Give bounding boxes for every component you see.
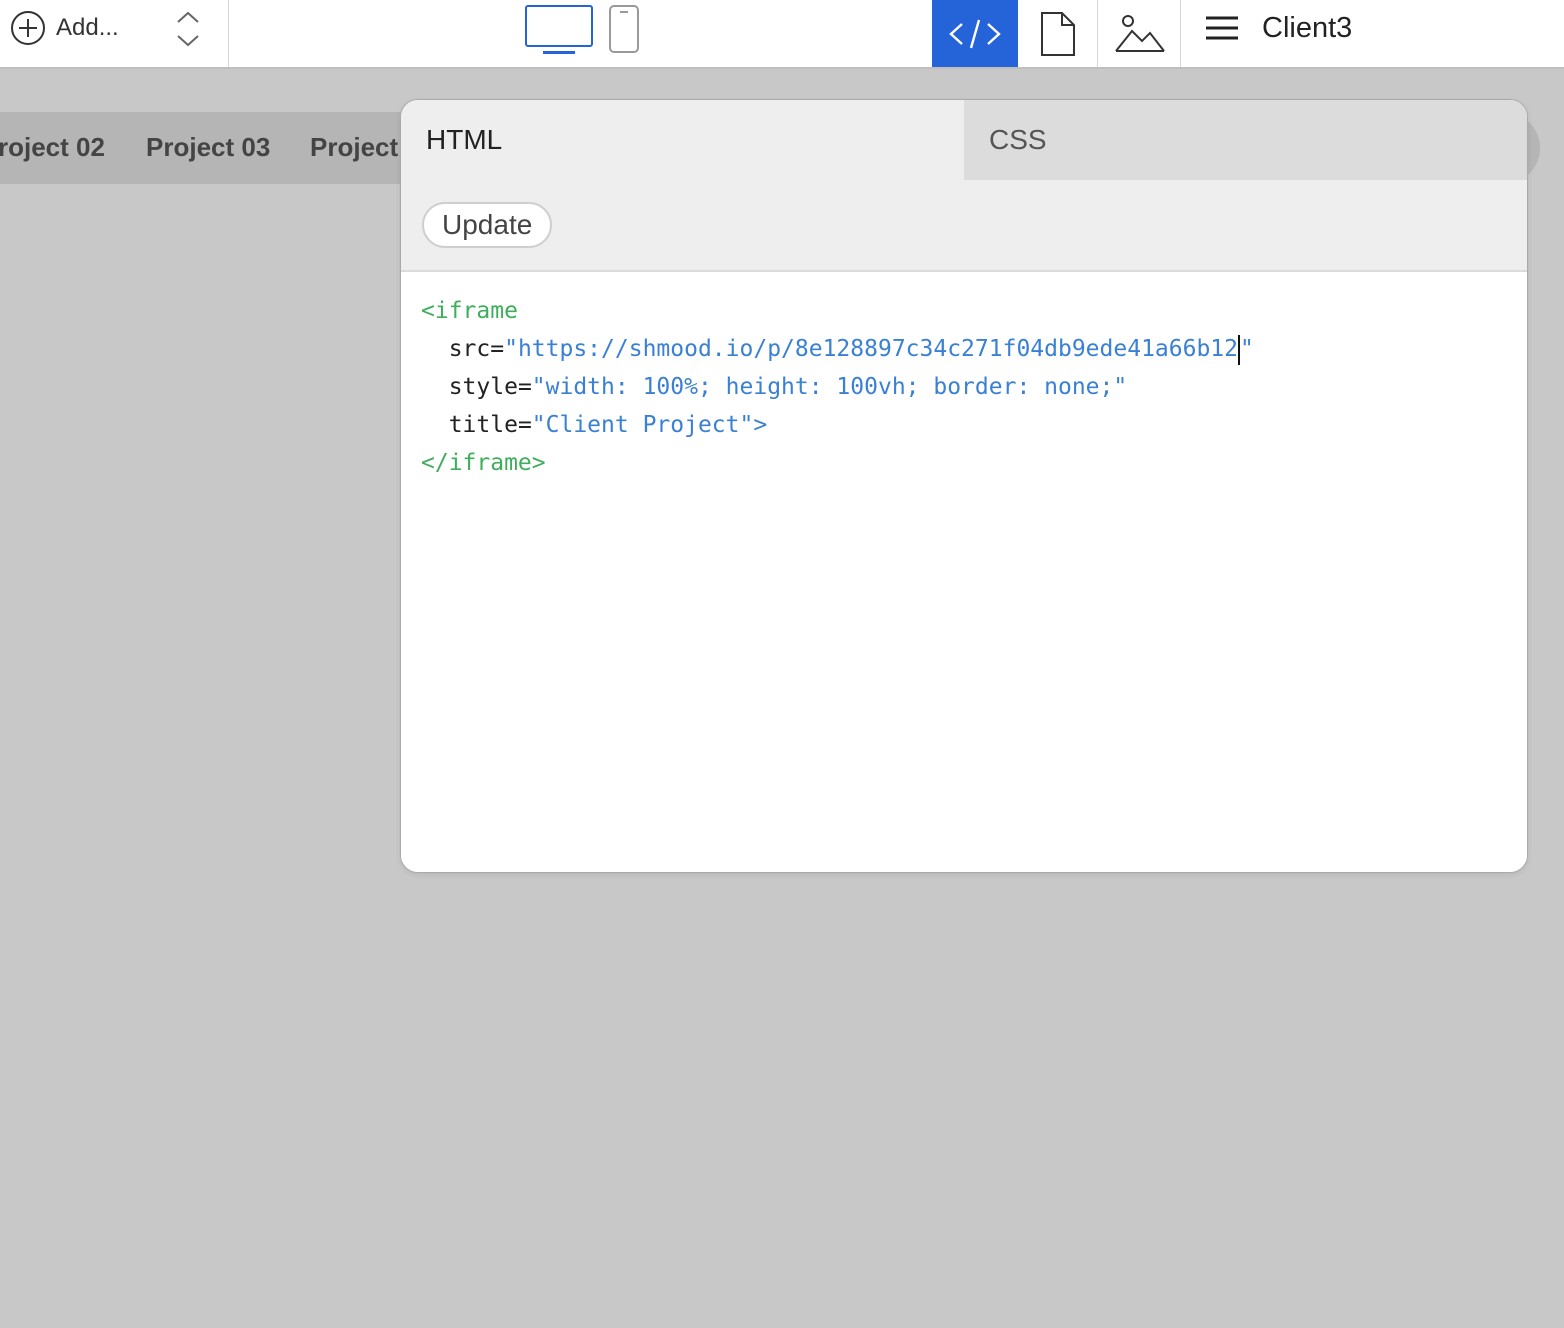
code-editor[interactable]: <iframe src="https://shmood.io/p/8e12889…	[401, 274, 1527, 872]
nav-item-project-03[interactable]: Project 03	[146, 130, 270, 164]
code-line: style="width: 100%; height: 100vh; borde…	[421, 368, 1527, 406]
editor-toolbar: Update	[401, 180, 1527, 272]
add-button-label: Add...	[56, 14, 119, 41]
tab-html[interactable]: HTML	[401, 100, 964, 180]
code-attr-title: title=	[448, 412, 532, 438]
add-button[interactable]: Add...	[10, 10, 119, 46]
code-value-title: "Client Project">	[531, 412, 768, 438]
page-icon	[1040, 11, 1075, 56]
mobile-view-icon[interactable]	[608, 4, 642, 54]
image-icon	[1114, 14, 1165, 52]
image-button[interactable]	[1099, 0, 1181, 67]
desktop-view-icon[interactable]	[524, 4, 594, 56]
plus-circle-icon	[11, 11, 45, 45]
code-editor-panel: HTML CSS Update <iframe src="https://shm…	[400, 99, 1528, 873]
add-element-area: Add...	[0, 0, 229, 67]
code-editor-button[interactable]	[932, 0, 1018, 67]
nav-item-project-02[interactable]: roject 02	[0, 130, 105, 164]
code-tag-open: <iframe	[421, 298, 518, 324]
page-button[interactable]	[1018, 0, 1098, 67]
code-value-src: "https://shmood.io/p/8e128897c34c271f04d…	[504, 336, 1238, 362]
code-line: </iframe>	[421, 444, 1527, 482]
editor-tabs: HTML CSS	[401, 100, 1527, 180]
code-line: <iframe	[421, 292, 1527, 330]
code-line: title="Client Project">	[421, 406, 1527, 444]
up-down-chevron-icon[interactable]	[174, 10, 202, 48]
code-attr-src: src=	[448, 336, 505, 362]
code-value-style: "width: 100%; height: 100vh; border: non…	[531, 374, 1128, 400]
code-icon	[949, 19, 1001, 48]
update-button[interactable]: Update	[422, 202, 553, 248]
code-tag-close: </iframe>	[421, 450, 546, 476]
code-attr-style: style=	[448, 374, 532, 400]
hamburger-menu-icon[interactable]	[1200, 12, 1244, 44]
code-value-src-close: "	[1240, 336, 1254, 362]
tab-css[interactable]: CSS	[964, 100, 1527, 180]
code-line: src="https://shmood.io/p/8e128897c34c271…	[421, 330, 1527, 368]
client-name: Client3	[1262, 12, 1353, 44]
nav-item-project[interactable]: Project	[310, 130, 398, 164]
top-toolbar: Add... Client3	[0, 0, 1564, 69]
